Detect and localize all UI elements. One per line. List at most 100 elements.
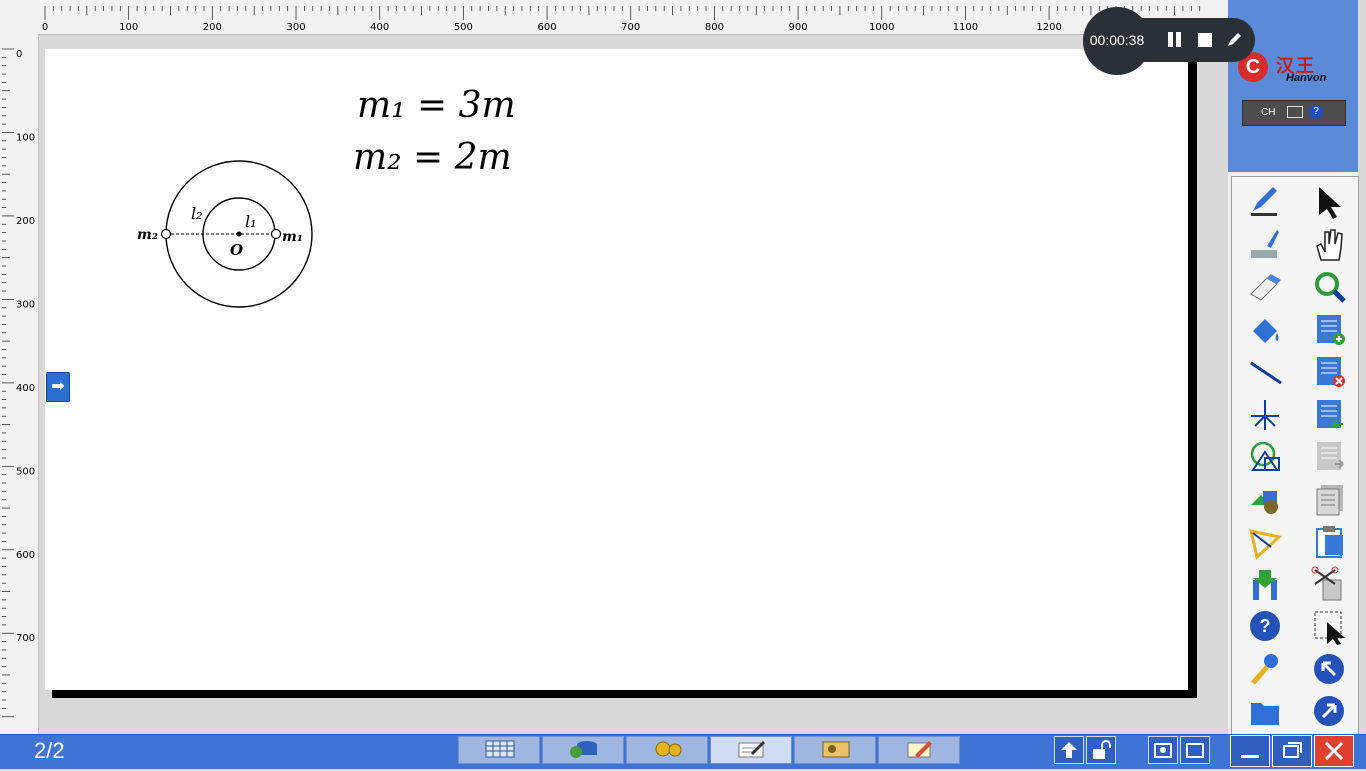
ruler-left-label: 0 — [16, 49, 22, 60]
fill-bucket-tool[interactable] — [1243, 308, 1283, 346]
ruler-top-label: 800 — [705, 22, 724, 33]
protractor-icon — [1249, 529, 1283, 560]
top-ruler: 0 100 200 300 400 500 600 700 800 900 1000 1100 1200 — [0, 0, 1228, 35]
forward-icon — [1314, 696, 1344, 726]
edit-button[interactable] — [878, 736, 960, 764]
axes-tool[interactable] — [1243, 393, 1283, 431]
orbit-diagram: m₂ m₁ O l₂ l₁ — [137, 160, 313, 308]
pen-tool[interactable] — [1243, 180, 1283, 218]
ime-help-icon[interactable]: ? — [1309, 105, 1323, 119]
window-icon — [1186, 743, 1204, 758]
ruler-top-label: 500 — [454, 22, 473, 33]
next-page-icon — [1317, 442, 1344, 470]
folder-tool[interactable] — [1243, 690, 1283, 728]
brand-en: Hanvon — [1286, 72, 1327, 84]
line-tool[interactable] — [1243, 350, 1283, 388]
screenshot-icon — [1154, 743, 1172, 758]
edit-icon — [907, 741, 932, 758]
grid-button[interactable] — [458, 736, 540, 764]
select-tool[interactable] — [1307, 605, 1347, 645]
write-icon — [738, 741, 765, 758]
whiteboard-app: 0 100 200 300 400 500 600 700 800 900 1000 1100 1200… — [0, 0, 1366, 769]
ruler-top-label: 400 — [370, 22, 389, 33]
equation-m1: m₁ = 3m — [357, 85, 516, 126]
help-tool[interactable]: ? — [1243, 605, 1283, 643]
hand-icon — [1316, 228, 1343, 261]
window-button[interactable] — [1180, 736, 1210, 764]
ime-mode[interactable]: CH — [1261, 107, 1275, 118]
minimize-button[interactable] — [1230, 735, 1270, 767]
shapes-tool[interactable] — [1243, 435, 1283, 473]
top-ruler-ticks: 0 100 200 300 400 500 600 700 800 900 1000 1100 1200 — [42, 6, 1201, 33]
shapes-icon — [1250, 441, 1280, 471]
unlock-button[interactable] — [1086, 736, 1116, 764]
ruler-left-label: 200 — [16, 216, 35, 227]
clipboard-icon — [1316, 526, 1343, 558]
pen-icon[interactable] — [1224, 30, 1244, 50]
brush-icon — [1251, 229, 1279, 258]
pages-tool[interactable] — [1307, 478, 1347, 516]
back-tool[interactable] — [1307, 648, 1347, 686]
unlock-icon — [1093, 740, 1111, 759]
ruler-left-label: 300 — [16, 299, 35, 310]
magnifier-tool[interactable] — [1307, 265, 1347, 303]
next-page-tool[interactable] — [1307, 435, 1347, 473]
ruler-top-label: 0 — [42, 22, 48, 33]
settings-tool[interactable] — [1243, 648, 1283, 686]
film-button[interactable] — [794, 736, 876, 764]
restore-button[interactable] — [1272, 735, 1312, 767]
settings-icon — [1251, 653, 1278, 685]
recording-timer: 00:00:38 — [1089, 32, 1145, 48]
ruler-top-label: 200 — [203, 22, 222, 33]
equation-m2: m₂ = 2m — [353, 137, 512, 178]
ruler-top-label: 1200 — [1036, 22, 1061, 33]
eraser-tool[interactable] — [1243, 265, 1283, 303]
delete-page-tool[interactable] — [1307, 350, 1347, 388]
left-ruler-ticks: 0 100 200 300 400 500 600 700 — [2, 48, 35, 718]
fill-bucket-icon — [1253, 318, 1279, 343]
back-icon — [1314, 653, 1344, 684]
stop-icon[interactable] — [1196, 30, 1216, 50]
delete-page-icon — [1317, 357, 1345, 387]
label-o: O — [230, 241, 243, 259]
gear-icon — [655, 741, 682, 757]
ruler-top-label: 700 — [621, 22, 640, 33]
keyboard-icon[interactable] — [1287, 106, 1303, 118]
close-button[interactable] — [1314, 735, 1354, 767]
clipboard-tool[interactable] — [1307, 520, 1347, 558]
3d-shapes-tool[interactable] — [1243, 478, 1283, 516]
ime-toolbar[interactable]: CH ? — [1242, 100, 1346, 126]
hand-tool[interactable] — [1307, 223, 1347, 261]
pages-icon — [1316, 484, 1343, 515]
help-icon: ? — [1250, 611, 1280, 641]
cut-tool[interactable] — [1307, 563, 1347, 601]
prev-page-tool[interactable] — [1307, 393, 1347, 431]
pen-icon — [1251, 187, 1277, 216]
mass-m2 — [160, 228, 172, 240]
brush-tool[interactable] — [1243, 223, 1283, 261]
ruler-top-label: 900 — [789, 22, 808, 33]
forward-tool[interactable] — [1307, 690, 1347, 728]
database-button[interactable] — [542, 736, 624, 764]
import-icon — [1253, 569, 1277, 600]
whiteboard-canvas[interactable]: m₁ = 3m m₂ = 2m m₂ m₁ O l₂ l₁ — [45, 49, 1188, 690]
label-l2: l₂ — [191, 204, 203, 223]
folder-icon — [1251, 703, 1279, 725]
write-button[interactable] — [710, 736, 792, 764]
protractor-tool[interactable] — [1243, 520, 1283, 560]
upload-button[interactable] — [1054, 736, 1084, 764]
expand-arrow-icon[interactable]: ➡ — [46, 372, 70, 402]
ruler-left-label: 700 — [16, 633, 35, 644]
left-ruler: 0 100 200 300 400 500 600 700 — [0, 34, 39, 734]
pause-icon[interactable] — [1166, 30, 1186, 50]
ruler-left-label: 500 — [16, 466, 35, 477]
add-page-tool[interactable] — [1307, 308, 1347, 346]
cut-icon — [1311, 566, 1342, 600]
import-tool[interactable] — [1243, 563, 1283, 601]
up-arrow-icon — [1061, 742, 1077, 758]
screenshot-button[interactable] — [1148, 736, 1178, 764]
minimize-icon — [1241, 755, 1259, 758]
ruler-top-label: 1100 — [953, 22, 978, 33]
arrow-cursor-tool[interactable] — [1307, 180, 1347, 219]
gear-button[interactable] — [626, 736, 708, 764]
